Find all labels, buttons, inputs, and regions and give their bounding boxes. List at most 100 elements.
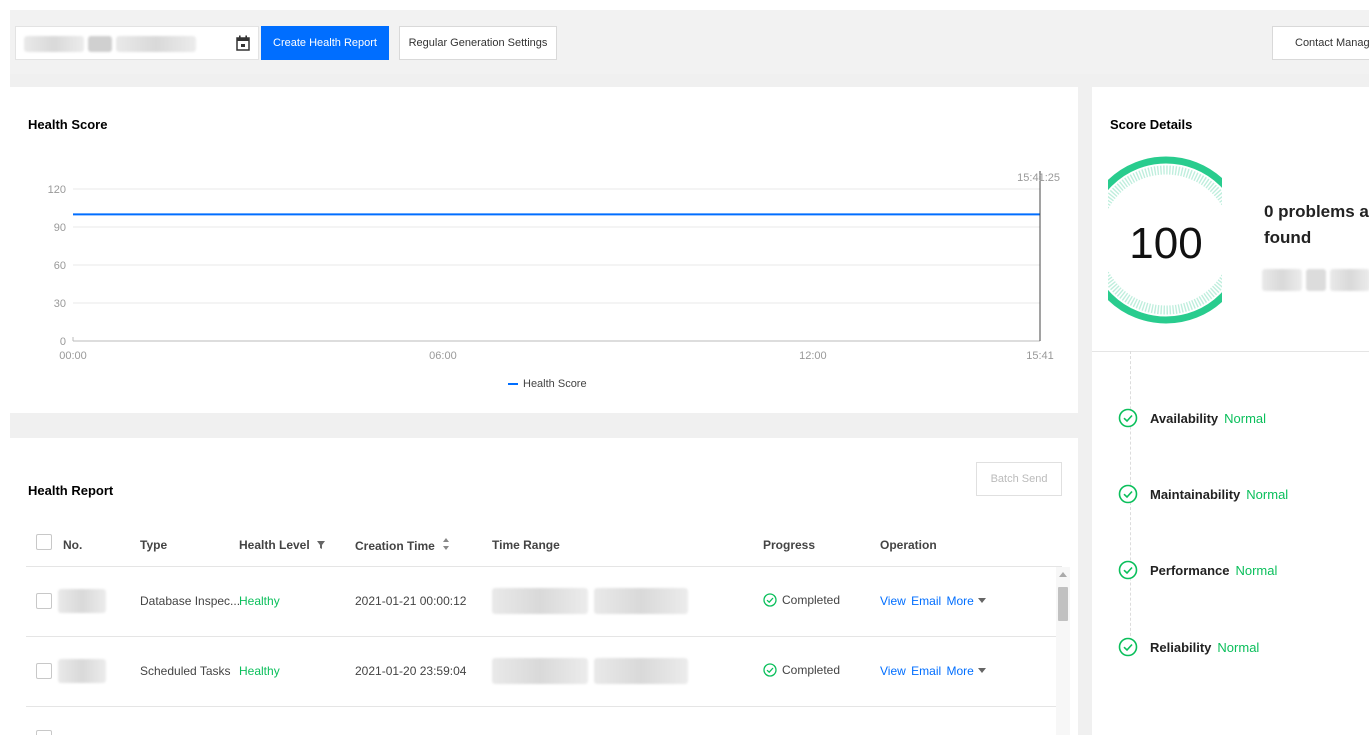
create-health-report-button[interactable]: Create Health Report — [261, 26, 389, 60]
email-link[interactable]: Email — [911, 594, 941, 608]
x-tick-label: 12:00 — [799, 350, 827, 362]
legend-swatch — [508, 383, 518, 385]
chevron-down-icon[interactable] — [977, 668, 986, 674]
col-operation[interactable]: Operation — [880, 538, 937, 552]
col-health-level-label: Health Level — [239, 538, 310, 552]
row-progress: Completed — [763, 593, 840, 607]
check-circle-icon — [1118, 637, 1138, 657]
redacted-detail-b — [1306, 269, 1326, 291]
y-tick-label: 90 — [54, 222, 66, 234]
check-circle-icon — [1118, 560, 1138, 580]
problems-summary: 0 problems are found — [1264, 199, 1369, 252]
y-tick-label: 120 — [48, 184, 66, 196]
col-creation-time[interactable]: Creation Time — [355, 538, 450, 553]
redacted-detail-a — [1262, 269, 1302, 291]
score-item-status: Normal — [1224, 410, 1267, 426]
row-checkbox[interactable] — [36, 663, 52, 679]
row-progress-label: Completed — [782, 593, 841, 607]
header-divider — [26, 566, 1062, 567]
score-item-status: Normal — [1246, 486, 1289, 502]
x-tick-label: 15:41 — [1026, 350, 1054, 362]
score-item-label: Availability — [1150, 410, 1219, 426]
date-range-picker[interactable] — [15, 26, 259, 60]
filter-icon[interactable] — [316, 540, 326, 550]
row-checkbox[interactable] — [36, 730, 52, 735]
y-tick-label: 0 — [60, 336, 66, 348]
score-item-availability: Availability Normal — [1118, 408, 1266, 428]
redacted-row-no — [58, 659, 106, 683]
row-health-level: Healthy — [239, 664, 280, 678]
divider — [1092, 351, 1369, 352]
sort-icon[interactable] — [442, 538, 450, 550]
more-dropdown[interactable]: More — [947, 664, 974, 678]
x-tick-label: 06:00 — [429, 350, 457, 362]
x-tick-label: 00:00 — [59, 350, 87, 362]
score-item-status: Normal — [1235, 562, 1278, 578]
problems-line-1: 0 problems are — [1264, 202, 1369, 221]
health-score-panel: Health Score 0 30 60 90 120 00:00 06:00 12:00 15… — [10, 87, 1078, 413]
row-type: Database Inspec... — [140, 594, 241, 608]
problems-line-2: found — [1264, 228, 1312, 248]
chart-legend[interactable]: Health Score — [508, 378, 587, 390]
check-circle-icon — [1118, 484, 1138, 504]
health-report-title: Health Report — [28, 483, 114, 498]
score-details-title: Score Details — [1110, 117, 1193, 132]
redacted-time-range-a — [492, 658, 588, 684]
score-item-reliability: Reliability Normal — [1118, 637, 1259, 657]
page: Create Health Report Regular Generation … — [10, 10, 1369, 735]
col-health-level[interactable]: Health Level — [239, 538, 326, 552]
score-item-label: Reliability — [1150, 639, 1212, 655]
row-progress-label: Completed — [782, 663, 841, 677]
calendar-icon[interactable] — [236, 35, 250, 51]
score-item-maintainability: Maintainability Normal — [1118, 484, 1288, 504]
row-divider — [26, 706, 1056, 707]
score-item-performance: Performance Normal — [1118, 560, 1277, 580]
col-creation-time-label: Creation Time — [355, 539, 435, 553]
row-health-level: Healthy — [239, 594, 280, 608]
view-link[interactable]: View — [880, 594, 906, 608]
hover-timestamp: 15:41:25 — [1017, 172, 1060, 184]
table-scrollbar[interactable] — [1056, 567, 1070, 735]
contact-management-button[interactable]: Contact Manag — [1272, 26, 1369, 60]
redacted-time-range-b — [594, 658, 688, 684]
scrollbar-thumb[interactable] — [1058, 587, 1068, 621]
legend-label: Health Score — [523, 378, 587, 390]
toolbar: Create Health Report Regular Generation … — [10, 10, 1369, 74]
check-circle-icon — [1118, 408, 1138, 428]
view-link[interactable]: View — [880, 664, 906, 678]
row-creation-time: 2021-01-21 00:00:12 — [355, 594, 467, 608]
chevron-down-icon[interactable] — [977, 598, 986, 604]
redacted-row-no — [58, 589, 106, 613]
col-type[interactable]: Type — [140, 538, 167, 552]
redacted-date-mid — [88, 36, 112, 52]
select-all-checkbox[interactable] — [36, 534, 52, 550]
y-tick-label: 60 — [54, 260, 66, 272]
row-progress: Completed — [763, 663, 840, 677]
redacted-detail-c — [1330, 269, 1369, 291]
batch-send-button[interactable]: Batch Send — [976, 462, 1062, 496]
col-time-range[interactable]: Time Range — [492, 538, 560, 552]
row-operations: View Email More — [880, 594, 986, 608]
redacted-time-range-a — [492, 588, 588, 614]
row-checkbox[interactable] — [36, 593, 52, 609]
redacted-time-range-b — [594, 588, 688, 614]
score-item-status: Normal — [1217, 639, 1260, 655]
email-link[interactable]: Email — [911, 664, 941, 678]
score-item-label: Performance — [1150, 562, 1230, 578]
scroll-up-arrow[interactable] — [1059, 572, 1067, 577]
more-dropdown[interactable]: More — [947, 594, 974, 608]
row-operations: View Email More — [880, 664, 986, 678]
redacted-date-end — [116, 36, 196, 52]
score-item-label: Maintainability — [1150, 486, 1241, 502]
row-type: Scheduled Tasks — [140, 664, 231, 678]
redacted-date-start — [24, 36, 84, 52]
health-score-chart[interactable]: 0 30 60 90 120 00:00 06:00 12:00 15:41 15:41:25 — [10, 87, 1078, 413]
score-gauge: 100 — [1108, 156, 1222, 324]
completed-icon — [763, 663, 777, 677]
y-tick-label: 30 — [54, 298, 66, 310]
row-creation-time: 2021-01-20 23:59:04 — [355, 664, 467, 678]
col-no[interactable]: No. — [63, 538, 82, 552]
row-divider — [26, 636, 1056, 637]
regular-generation-settings-button[interactable]: Regular Generation Settings — [399, 26, 557, 60]
col-progress[interactable]: Progress — [763, 538, 815, 552]
